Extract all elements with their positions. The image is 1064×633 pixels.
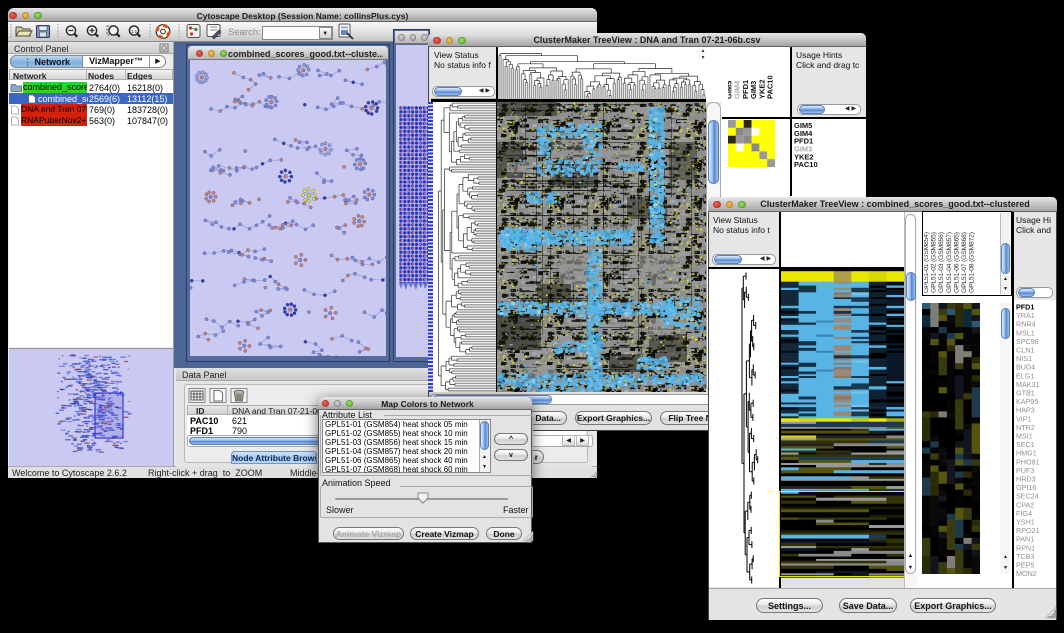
svg-text:GPL51-08 (GSM872): GPL51-08 (GSM872) [969, 232, 976, 293]
svg-text:GPL51-02 (GSM855): GPL51-02 (GSM855) [931, 232, 938, 293]
svg-text:PAC10: PAC10 [766, 75, 775, 99]
svg-text:PAC10: PAC10 [794, 160, 818, 169]
svg-text:GPL51-07 (GSM868): GPL51-07 (GSM868) [961, 232, 968, 293]
svg-text:1:1: 1:1 [131, 29, 138, 34]
svg-text:GPL51-03 (GSM856): GPL51-03 (GSM856) [938, 232, 945, 293]
svg-text:MON2: MON2 [1016, 569, 1037, 578]
svg-text:GPL51-06 (GSM865): GPL51-06 (GSM865) [953, 232, 960, 293]
svg-text:GPL51-01 (GSM854): GPL51-01 (GSM854) [924, 232, 930, 293]
svg-text:GPL51-04 (GSM857): GPL51-04 (GSM857) [946, 232, 953, 293]
